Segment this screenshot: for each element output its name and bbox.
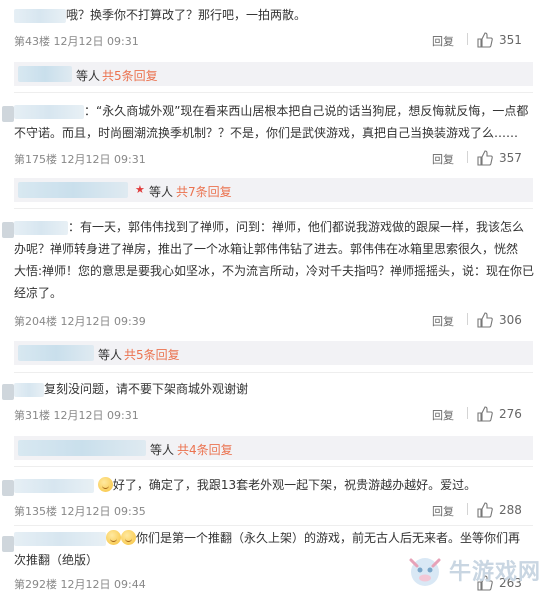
like-button[interactable]: 351 [477, 30, 533, 50]
like-count: 288 [499, 503, 522, 517]
divider [14, 92, 533, 93]
like-button[interactable]: 306 [477, 310, 533, 330]
comment-meta: 第135楼 12月12日 09:35 回复 288 [14, 500, 533, 520]
blurred-username [18, 182, 128, 198]
comment-meta: 第175楼 12月12日 09:31 回复 357 [14, 148, 533, 168]
comment-text: 哦？换季你不打算改了？那行吧，一拍两散。 [14, 4, 533, 26]
floor-and-date: 第43楼 12月12日 09:31 [14, 35, 139, 48]
divider [467, 33, 468, 45]
floor-and-date: 第31楼 12月12日 09:31 [14, 409, 139, 422]
like-count: 276 [499, 407, 522, 421]
floor-and-date: 第204楼 12月12日 09:39 [14, 315, 146, 328]
like-count: 351 [499, 33, 522, 47]
view-replies-link[interactable]: 共5条回复 [102, 67, 158, 84]
comments-page: { "comments": [ {"text": "哦？换季你不打算改了？那行吧… [0, 0, 547, 595]
avatar [2, 480, 14, 496]
comment-meta: 第204楼 12月12日 09:39 回复 306 [14, 310, 533, 330]
divider [14, 466, 533, 467]
divider [467, 503, 468, 515]
reply-button[interactable]: 回复 [432, 33, 454, 49]
reply-button[interactable]: 回复 [432, 407, 454, 423]
divider [467, 407, 468, 419]
avatar [2, 384, 14, 400]
comment-meta: 第31楼 12月12日 09:31 回复 276 [14, 404, 533, 424]
blurred-username [18, 440, 146, 456]
smile-emoji-icon [121, 530, 136, 545]
subreply-bar: 等人 共5条回复 [14, 341, 533, 365]
subreply-bar: 等人 共5条回复 [14, 62, 533, 86]
thumbs-up-icon [477, 32, 493, 48]
thumbs-up-icon [477, 312, 493, 328]
view-replies-link[interactable]: 共7条回复 [176, 183, 232, 200]
blurred-username [18, 66, 72, 82]
like-button[interactable]: 276 [477, 404, 533, 424]
blurred-username [14, 8, 66, 23]
like-count: 306 [499, 313, 522, 327]
avatar [2, 536, 14, 552]
reply-button[interactable]: 回复 [432, 151, 454, 167]
comment-text: ：“永久商城外观”现在看来西山居根本把自己说的话当狗屁，想反悔就反悔，一点都 不… [14, 104, 529, 140]
comment-text: 复刻没问题，请不要下架商城外观谢谢 [14, 378, 533, 400]
like-count: 357 [499, 151, 522, 165]
divider [14, 372, 533, 373]
floor-and-date: 第135楼 12月12日 09:35 [14, 505, 146, 518]
avatar [2, 106, 14, 122]
blurred-username [14, 531, 106, 546]
blurred-username [14, 382, 44, 397]
blurred-username [14, 478, 94, 493]
thumbs-up-icon [477, 502, 493, 518]
thumbs-up-icon [477, 406, 493, 422]
like-button[interactable]: 357 [477, 148, 533, 168]
watermark-text: 牛游戏网 [449, 560, 542, 585]
comment-meta: 第43楼 12月12日 09:31 回复 351 [14, 30, 533, 50]
divider [467, 313, 468, 325]
smile-emoji-icon [106, 530, 121, 545]
reply-button[interactable]: 回复 [432, 313, 454, 329]
floor-and-date: 第175楼 12月12日 09:31 [14, 153, 146, 166]
comment-text: 好了，确定了，我跟13套老外观一起下架，祝贵游越办越好。爱过。 [14, 474, 533, 496]
reply-button[interactable]: 回复 [432, 503, 454, 519]
subreply-bar: 等人 共4条回复 [14, 436, 533, 460]
smile-emoji-icon [97, 477, 113, 492]
divider [14, 208, 533, 209]
star-icon: ★ [135, 183, 145, 196]
view-replies-link[interactable]: 共5条回复 [124, 346, 180, 363]
comment-text: ：有一天，郭伟伟找到了禅师，问到：禅师，他们都说我游戏做的跟屎一样，我该怎么 办… [14, 220, 535, 300]
divider [467, 151, 468, 163]
like-button[interactable]: 288 [477, 500, 533, 520]
view-replies-link[interactable]: 共4条回复 [177, 441, 233, 458]
avatar [2, 222, 14, 238]
blurred-username [14, 220, 68, 235]
blurred-username [18, 345, 94, 361]
watermark: 牛游戏网 [405, 550, 547, 595]
cow-mascot-icon [409, 558, 441, 586]
blurred-username [14, 104, 84, 119]
divider [14, 525, 533, 526]
subreply-bar: ★ 等人 共7条回复 [14, 178, 533, 202]
floor-and-date: 第292楼 12月12日 09:44 [14, 578, 146, 591]
thumbs-up-icon [477, 150, 493, 166]
